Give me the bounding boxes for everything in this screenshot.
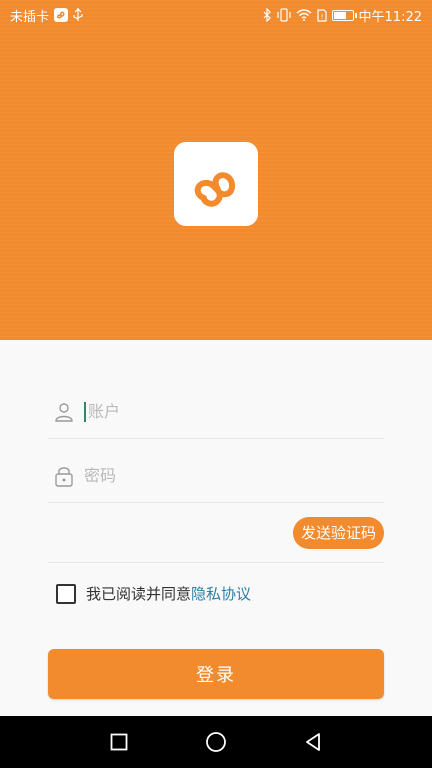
app-logo (174, 142, 258, 226)
agreement-row: 我已阅读并同意 隐私协议 (48, 583, 384, 604)
app-notification-icon (54, 8, 69, 22)
carrier-text: 未插卡 (10, 9, 50, 25)
wifi-icon (296, 9, 312, 21)
usb-icon (73, 8, 83, 22)
bluetooth-icon (263, 8, 272, 22)
home-button[interactable] (196, 722, 236, 762)
password-input[interactable] (84, 466, 384, 485)
status-bar: 未插卡 ! 中午11:22 (0, 0, 432, 30)
verification-code-row: 发送验证码 (48, 503, 384, 563)
text-cursor (84, 401, 86, 422)
recent-apps-button[interactable] (99, 722, 139, 762)
back-button[interactable] (293, 722, 333, 762)
account-field (48, 385, 384, 439)
circle-icon (206, 732, 226, 752)
send-code-button[interactable]: 发送验证码 (292, 517, 384, 549)
clock-text: 中午11:22 (358, 9, 422, 25)
svg-text:!: ! (320, 13, 323, 21)
battery-icon (331, 9, 357, 21)
vibrate-icon (276, 8, 291, 22)
login-form: 发送验证码 我已阅读并同意 隐私协议 (48, 385, 384, 604)
app-logo-icon (194, 172, 236, 207)
privacy-policy-link[interactable]: 隐私协议 (191, 583, 251, 604)
agreement-text: 我已阅读并同意 (86, 585, 192, 603)
square-icon (110, 733, 128, 751)
login-button[interactable]: 登录 (48, 649, 384, 699)
header-banner: 未插卡 ! 中午11:22 (0, 0, 432, 340)
password-field (48, 449, 384, 503)
user-icon (48, 402, 84, 422)
back-triangle-icon (306, 733, 321, 751)
status-left: 未插卡 (10, 6, 83, 25)
status-right: ! 中午11:22 (263, 6, 422, 25)
sim-icon: ! (316, 8, 327, 22)
account-input[interactable] (88, 402, 384, 421)
system-nav-bar (0, 716, 432, 768)
agreement-checkbox[interactable] (56, 583, 76, 604)
lock-icon (48, 465, 84, 487)
